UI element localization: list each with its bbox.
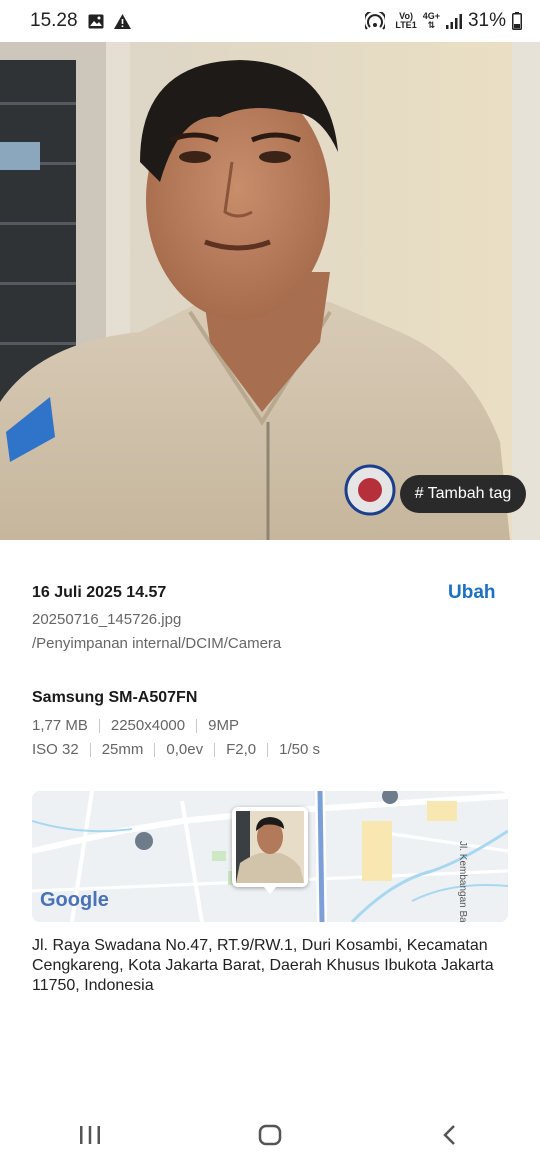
edit-button[interactable]: Ubah — [448, 582, 496, 604]
hash-icon: # — [414, 485, 424, 502]
focal-length: 25mm — [101, 741, 144, 758]
shutter-speed: 1/50 s — [279, 741, 320, 758]
aperture: F2,0 — [226, 741, 257, 758]
photo-preview[interactable]: # Tambah tag — [0, 42, 540, 540]
location-map[interactable]: Google Jl. Kembangan Baru — [32, 791, 508, 922]
add-tag-button[interactable]: # Tambah tag — [400, 475, 526, 513]
back-icon[interactable] — [438, 1124, 462, 1146]
data-arrows-text: ⇅ — [427, 20, 436, 30]
location-address: Jl. Raya Swadana No.47, RT.9/RW.1, Duri … — [32, 937, 494, 994]
portrait-image — [0, 42, 540, 540]
marker-thumbnail — [236, 811, 304, 883]
network-indicator: 4G+ ⇅ — [423, 12, 440, 30]
gallery-icon — [88, 14, 104, 28]
warning-icon — [113, 13, 131, 29]
volte-bottom-text: LTE1 — [395, 20, 417, 30]
file-info-row: 1,77 MB 2250x4000 9MP — [32, 717, 239, 734]
volte-indicator: Vo) LTE1 — [395, 12, 416, 30]
divider — [267, 742, 269, 757]
battery-icon — [512, 12, 522, 30]
megapixels: 9MP — [208, 717, 239, 734]
divider — [214, 742, 216, 757]
divider — [89, 742, 91, 757]
file-name: 20250716_145726.jpg — [32, 611, 182, 628]
street-label: Jl. Kembangan Baru — [457, 841, 468, 922]
camera-info-row: ISO 32 25mm 0,0ev F2,0 1/50 s — [32, 741, 320, 758]
divider — [98, 718, 100, 733]
hotspot-icon — [365, 12, 386, 30]
navigation-bar — [0, 1100, 540, 1170]
status-bar: 15.28 Vo) LTE1 4G+ ⇅ 31% — [0, 0, 540, 42]
iso-value: ISO 32 — [32, 741, 79, 758]
exposure-value: 0,0ev — [166, 741, 204, 758]
device-model: Samsung SM-A507FN — [32, 689, 198, 706]
battery-percent: 31% — [467, 10, 506, 31]
divider — [196, 718, 198, 733]
home-icon[interactable] — [258, 1124, 282, 1146]
resolution: 2250x4000 — [110, 717, 186, 734]
marker-pointer — [263, 886, 277, 894]
map-photo-marker[interactable] — [232, 807, 308, 887]
add-tag-label: Tambah tag — [427, 485, 512, 502]
divider — [154, 742, 156, 757]
file-size: 1,77 MB — [32, 717, 88, 734]
file-path: /Penyimpanan internal/DCIM/Camera — [32, 635, 282, 652]
google-logo: Google — [40, 889, 109, 911]
recent-apps-icon[interactable] — [78, 1125, 102, 1145]
photo-date: 16 Juli 2025 14.57 — [32, 584, 167, 601]
status-time: 15.28 — [30, 10, 78, 31]
signal-icon — [445, 13, 462, 29]
